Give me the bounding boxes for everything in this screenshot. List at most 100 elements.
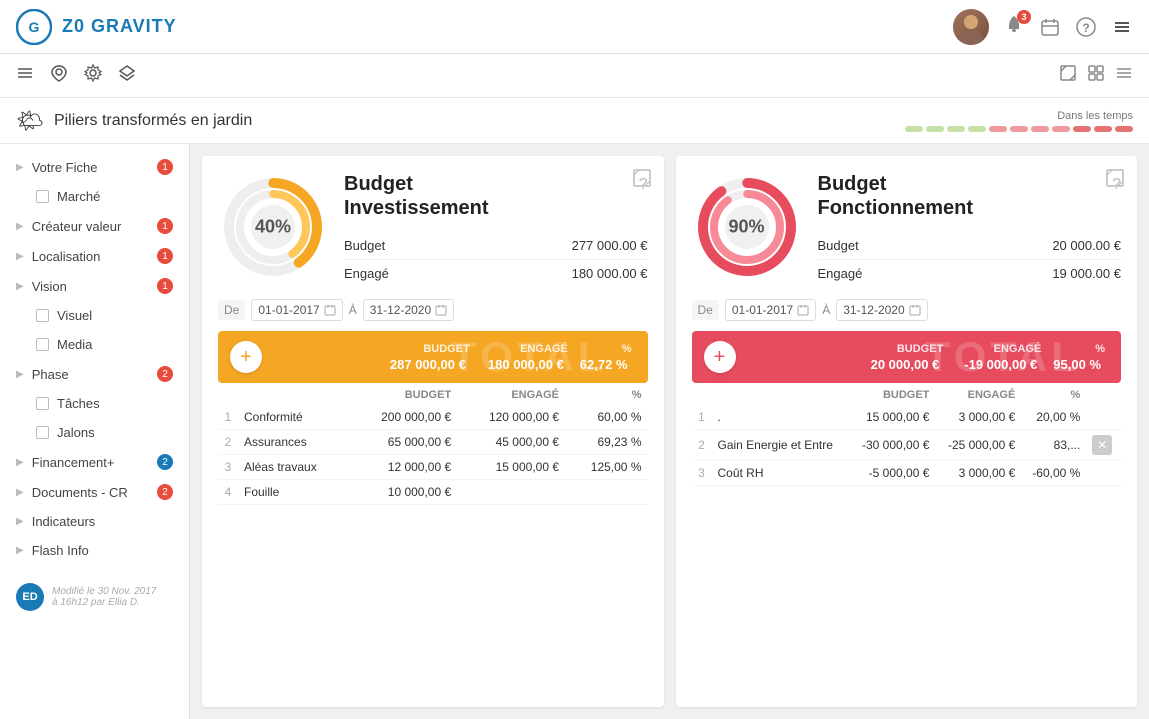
pct-th-fonct: % bbox=[1021, 385, 1086, 405]
date-row-fonct: De 01-01-2017 À 31-12-2020 bbox=[692, 299, 1122, 321]
sidebar-label: Visuel bbox=[57, 308, 173, 323]
row-num: 1 bbox=[218, 405, 238, 430]
budget-col-header-fonct: BUDGET bbox=[897, 343, 943, 355]
sidebar-label: Marché bbox=[57, 189, 173, 204]
toolbar-grid-icon[interactable] bbox=[1087, 64, 1105, 87]
row-budget: -5 000,00 € bbox=[849, 461, 935, 486]
table-row[interactable]: 2 Gain Energie et Entre -30 000,00 € -25… bbox=[692, 430, 1122, 461]
row-pct: 83,... bbox=[1021, 430, 1086, 461]
sidebar-item-marche[interactable]: Marché bbox=[0, 182, 189, 211]
status-dot bbox=[1094, 126, 1112, 132]
sidebar-item-localisation[interactable]: ▶Localisation1 bbox=[0, 241, 189, 271]
menu-button[interactable] bbox=[1111, 16, 1133, 38]
date-to-input-invest[interactable]: 31-12-2020 bbox=[363, 299, 454, 321]
help-button[interactable]: ? bbox=[1075, 16, 1097, 38]
row-engage: 45 000,00 € bbox=[457, 430, 565, 455]
sidebar-badge: 2 bbox=[157, 366, 173, 382]
collapse-icon: ▶ bbox=[16, 369, 24, 380]
sidebar-label: Flash Info bbox=[32, 543, 173, 558]
toolbar-expand-icon[interactable] bbox=[1059, 64, 1077, 87]
toolbar-more-icon[interactable] bbox=[1115, 64, 1133, 87]
engage-th-fonct: ENGAGÉ bbox=[935, 385, 1021, 405]
calendar-button[interactable] bbox=[1039, 16, 1061, 38]
row-label: Aléas travaux bbox=[238, 455, 349, 480]
table-row[interactable]: 3 Aléas travaux 12 000,00 € 15 000,00 € … bbox=[218, 455, 648, 480]
calendar-icon-invest-from bbox=[324, 304, 336, 316]
row-label: Assurances bbox=[238, 430, 349, 455]
card-top-fonct: 90% Budget Fonctionnement ? Budget 20 00… bbox=[692, 172, 1122, 287]
sidebar-item-createur-valeur[interactable]: ▶Créateur valeur1 bbox=[0, 211, 189, 241]
expand-button-invest[interactable] bbox=[632, 168, 652, 191]
avatar[interactable] bbox=[953, 9, 989, 45]
table-row[interactable]: 4 Fouille 10 000,00 € bbox=[218, 480, 648, 505]
footer-modified: Modifié le 30 Nov. 2017 bbox=[52, 586, 156, 597]
toolbar-location-icon[interactable] bbox=[50, 64, 68, 87]
row-pct: 20,00 % bbox=[1021, 405, 1086, 430]
date-to-input-fonct[interactable]: 31-12-2020 bbox=[836, 299, 927, 321]
sidebar-item-vision[interactable]: ▶Vision1 bbox=[0, 271, 189, 301]
page-title-row: 🌤 Piliers transformés en jardin bbox=[16, 108, 252, 134]
notifications-button[interactable]: 3 bbox=[1003, 14, 1025, 39]
sidebar-checkbox[interactable] bbox=[36, 338, 49, 351]
svg-text:?: ? bbox=[1082, 21, 1089, 35]
total-pct-invest: 62,72 % bbox=[576, 357, 632, 372]
sidebar-item-phase[interactable]: ▶Phase2 bbox=[0, 359, 189, 389]
footer-by: à 16h12 par Ellia D. bbox=[52, 597, 156, 608]
table-row[interactable]: 1 Conformité 200 000,00 € 120 000,00 € 6… bbox=[218, 405, 648, 430]
row-budget: 200 000,00 € bbox=[349, 405, 457, 430]
engage-info-row-fonct: Engagé 19 000.00 € bbox=[818, 260, 1122, 287]
sidebar-checkbox[interactable] bbox=[36, 190, 49, 203]
app-header: G z0 GRAVITY 3 bbox=[0, 0, 1149, 54]
sidebar-item-indicateurs[interactable]: ▶Indicateurs bbox=[0, 507, 189, 536]
sidebar-footer: ED Modifié le 30 Nov. 2017 à 16h12 par E… bbox=[0, 573, 189, 621]
date-from-input-fonct[interactable]: 01-01-2017 bbox=[725, 299, 816, 321]
row-num: 3 bbox=[692, 461, 712, 486]
help-icon: ? bbox=[1075, 16, 1097, 38]
table-row[interactable]: 3 Coût RH -5 000,00 € 3 000,00 € -60,00 … bbox=[692, 461, 1122, 486]
sidebar-item-taches[interactable]: Tâches bbox=[0, 389, 189, 418]
sidebar-label: Créateur valeur bbox=[32, 219, 149, 234]
sidebar-item-media[interactable]: Media bbox=[0, 330, 189, 359]
sidebar-item-financement[interactable]: ▶Financement+2 bbox=[0, 447, 189, 477]
app-name: z0 GRAVITY bbox=[62, 16, 177, 37]
close-row-button[interactable]: ✕ bbox=[1092, 435, 1112, 455]
sidebar-item-jalons[interactable]: Jalons bbox=[0, 418, 189, 447]
expand-button-fonct[interactable] bbox=[1105, 168, 1125, 191]
date-from-input-invest[interactable]: 01-01-2017 bbox=[251, 299, 342, 321]
status-text: Dans les temps bbox=[1057, 110, 1133, 122]
date-from-label-invest: De bbox=[218, 300, 245, 320]
table-row[interactable]: 2 Assurances 65 000,00 € 45 000,00 € 69,… bbox=[218, 430, 648, 455]
collapse-icon: ▶ bbox=[16, 487, 24, 498]
card-title-invest: Budget Investissement bbox=[344, 172, 489, 220]
add-button-fonct[interactable]: + bbox=[704, 341, 736, 373]
sidebar-checkbox[interactable] bbox=[36, 426, 49, 439]
row-label: Coût RH bbox=[712, 461, 850, 486]
engage-th-invest: ENGAGÉ bbox=[457, 385, 565, 405]
date-sep-invest: À bbox=[349, 303, 357, 317]
toolbar-menu-icon[interactable] bbox=[16, 64, 34, 87]
sidebar-checkbox[interactable] bbox=[36, 397, 49, 410]
status-dot bbox=[1052, 126, 1070, 132]
collapse-icon: ▶ bbox=[16, 281, 24, 292]
toolbar-settings-icon[interactable] bbox=[84, 64, 102, 87]
row-budget: 10 000,00 € bbox=[349, 480, 457, 505]
main-layout: ▶Votre Fiche1Marché▶Créateur valeur1▶Loc… bbox=[0, 144, 1149, 719]
sidebar-badge: 1 bbox=[157, 278, 173, 294]
sidebar-item-documents-cr[interactable]: ▶Documents - CR2 bbox=[0, 477, 189, 507]
budget-fonctionnement-card: 90% Budget Fonctionnement ? Budget 20 00… bbox=[676, 156, 1138, 707]
card-top-invest: 40% Budget Investissement ? Budget 277 0… bbox=[218, 172, 648, 287]
total-pct-fonct: 95,00 % bbox=[1049, 357, 1105, 372]
sidebar-badge: 2 bbox=[157, 484, 173, 500]
sidebar-checkbox[interactable] bbox=[36, 309, 49, 322]
table-row[interactable]: 1 . 15 000,00 € 3 000,00 € 20,00 % bbox=[692, 405, 1122, 430]
toolbar-layers-icon[interactable] bbox=[118, 64, 136, 87]
weather-icon: 🌤 bbox=[16, 108, 44, 134]
logo-icon: G bbox=[16, 9, 52, 45]
row-engage: -25 000,00 € bbox=[935, 430, 1021, 461]
sidebar-item-flash-info[interactable]: ▶Flash Info bbox=[0, 536, 189, 565]
row-label: Gain Energie et Entre bbox=[712, 430, 850, 461]
page-status: Dans les temps bbox=[905, 110, 1133, 132]
add-button-invest[interactable]: + bbox=[230, 341, 262, 373]
sidebar-item-visuel[interactable]: Visuel bbox=[0, 301, 189, 330]
sidebar-item-votre-fiche[interactable]: ▶Votre Fiche1 bbox=[0, 152, 189, 182]
